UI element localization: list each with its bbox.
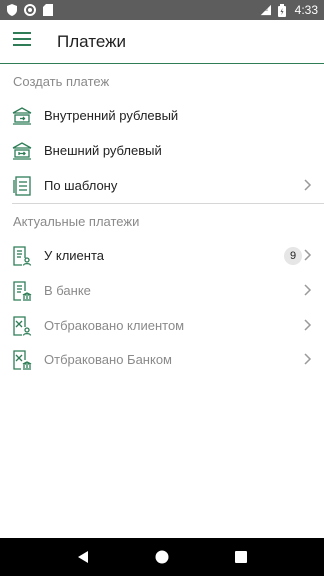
- count-badge: 9: [284, 247, 302, 265]
- section-header-create: Создать платеж: [13, 74, 110, 89]
- document-rejected-client-icon: [12, 315, 32, 336]
- list-item-label: Внешний рублевый: [44, 143, 162, 158]
- status-right-icons: LTE 4:33: [259, 3, 318, 17]
- status-left-icons: [6, 4, 54, 16]
- chevron-right-icon: [304, 179, 312, 191]
- app-bar: Платежи: [0, 20, 324, 64]
- recents-button[interactable]: [231, 547, 251, 567]
- template-icon: [12, 175, 32, 196]
- section-header-actual: Актуальные платежи: [13, 214, 140, 229]
- list-item-template[interactable]: По шаблону: [0, 168, 324, 203]
- document-rejected-bank-icon: [12, 349, 32, 370]
- menu-icon: [13, 32, 31, 51]
- list-item-at-bank[interactable]: В банке: [0, 273, 324, 308]
- menu-button[interactable]: [0, 20, 44, 64]
- lte-text: LTE: [260, 7, 268, 12]
- home-button[interactable]: [152, 547, 172, 567]
- chevron-right-icon: [304, 319, 312, 331]
- list-item-label: По шаблону: [44, 178, 118, 193]
- section-divider: [12, 203, 324, 204]
- status-bar: LTE 4:33: [0, 0, 324, 20]
- shield-icon: [6, 4, 18, 16]
- recents-icon: [234, 551, 247, 563]
- document-user-icon: [12, 245, 32, 266]
- list-item-rejected-bank[interactable]: Отбраковано Банком: [0, 342, 324, 377]
- bank-transfer-external-icon: [12, 141, 32, 161]
- system-nav-bar: [0, 538, 324, 576]
- sim-card-icon: [42, 4, 54, 16]
- circle-icon: [24, 4, 36, 16]
- list-item-label: В банке: [44, 283, 91, 298]
- back-icon: [78, 551, 89, 563]
- bank-transfer-internal-icon: [12, 106, 32, 126]
- battery-icon: [276, 3, 288, 17]
- chevron-right-icon: [304, 249, 312, 261]
- list-item-rejected-client[interactable]: Отбраковано клиентом: [0, 308, 324, 343]
- list-item-label: Отбраковано Банком: [44, 352, 172, 367]
- page-title: Платежи: [57, 31, 126, 51]
- list-item-label: Внутренний рублевый: [44, 108, 179, 123]
- document-bank-icon: [12, 280, 32, 301]
- back-button[interactable]: [73, 547, 93, 567]
- lte-icon: LTE: [259, 4, 271, 16]
- list-item-label: У клиента: [44, 248, 104, 263]
- list-item-internal-rub[interactable]: Внутренний рублевый: [0, 98, 324, 133]
- chevron-right-icon: [304, 353, 312, 365]
- chevron-right-icon: [304, 284, 312, 296]
- list-item-external-rub[interactable]: Внешний рублевый: [0, 133, 324, 168]
- status-time: 4:33: [294, 3, 318, 17]
- list-item-at-client[interactable]: У клиента 9: [0, 238, 324, 273]
- home-icon: [155, 550, 169, 564]
- list-item-label: Отбраковано клиентом: [44, 318, 185, 333]
